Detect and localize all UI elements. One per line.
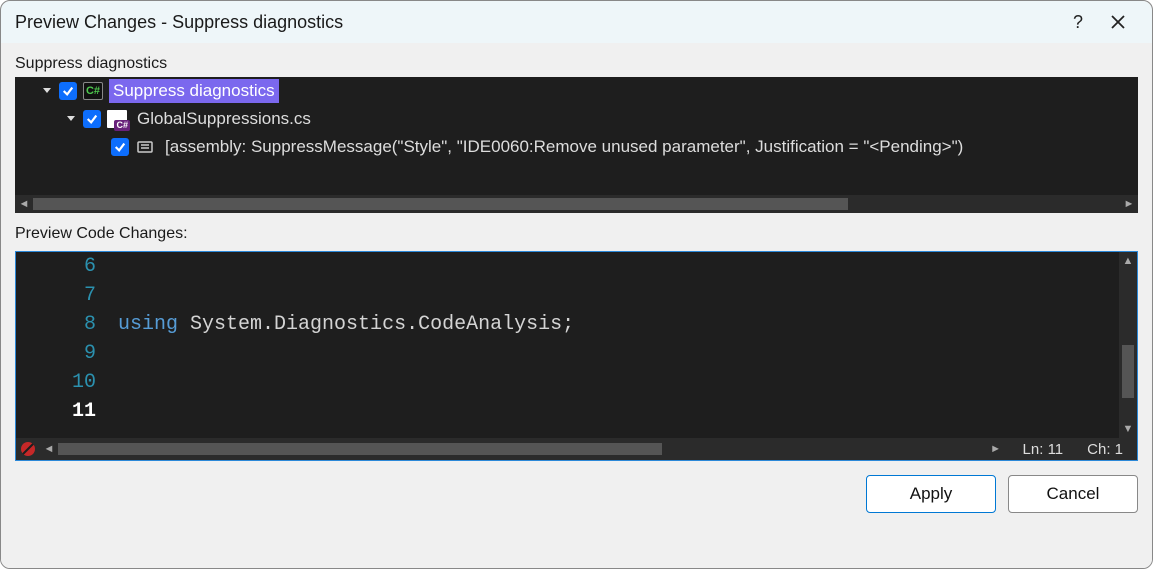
apply-button[interactable]: Apply (866, 475, 996, 513)
code-status-bar: ◄ ► Ln: 11 Ch: 1 (16, 438, 1137, 460)
no-issues-icon[interactable] (16, 438, 40, 460)
line-number: 7 (16, 281, 96, 310)
code-lines[interactable]: using System.Diagnostics.CodeAnalysis; [… (114, 252, 1137, 438)
checkbox[interactable] (83, 110, 101, 128)
scrollbar-thumb[interactable] (33, 198, 848, 210)
checkbox[interactable] (59, 82, 77, 100)
status-col: Ch: 1 (1087, 441, 1123, 458)
expander-icon[interactable] (63, 111, 79, 127)
line-number: 10 (16, 368, 96, 397)
tree-node-file[interactable]: GlobalSuppressions.cs (15, 105, 1138, 133)
scrollbar-track[interactable] (33, 198, 1120, 210)
tree-section-label: Suppress diagnostics (15, 55, 1138, 73)
scrollbar-track[interactable] (1122, 270, 1134, 420)
checkbox[interactable] (111, 138, 129, 156)
scrollbar-thumb[interactable] (58, 443, 662, 455)
preview-changes-dialog: Preview Changes - Suppress diagnostics ?… (0, 0, 1153, 569)
cursor-position-status: Ln: 11 Ch: 1 (1005, 441, 1137, 458)
close-button[interactable] (1098, 6, 1138, 38)
window-title: Preview Changes - Suppress diagnostics (15, 12, 1058, 33)
csharp-project-icon: C# (83, 82, 103, 100)
scroll-right-arrow-icon[interactable]: ► (1120, 195, 1138, 213)
line-number: 6 (16, 252, 96, 281)
scrollbar-thumb[interactable] (1122, 345, 1134, 398)
cancel-button[interactable]: Cancel (1008, 475, 1138, 513)
changes-tree: C# Suppress diagnostics GlobalSuppressio… (15, 77, 1138, 213)
status-line: Ln: 11 (1023, 441, 1064, 458)
close-icon (1111, 15, 1125, 29)
scrollbar-track[interactable] (58, 443, 987, 455)
scroll-left-arrow-icon[interactable]: ◄ (15, 195, 33, 213)
preview-section-label: Preview Code Changes: (15, 225, 1138, 243)
tree-node-change[interactable]: [assembly: SuppressMessage("Style", "IDE… (15, 133, 1138, 161)
help-button[interactable]: ? (1058, 6, 1098, 38)
code-line: using System.Diagnostics.CodeAnalysis; (114, 310, 1137, 339)
expander-icon[interactable] (39, 83, 55, 99)
dialog-content: Suppress diagnostics C# Suppress diagnos… (1, 43, 1152, 568)
tree-node-label: [assembly: SuppressMessage("Style", "IDE… (161, 135, 967, 159)
line-number-gutter: 6 7 8 9 10 11 (16, 252, 114, 438)
titlebar: Preview Changes - Suppress diagnostics ? (1, 1, 1152, 43)
line-number: 11 (16, 397, 96, 426)
scroll-down-arrow-icon[interactable]: ▼ (1119, 420, 1137, 438)
line-number: 8 (16, 310, 96, 339)
tree-node-label: GlobalSuppressions.cs (133, 107, 315, 131)
csharp-file-icon (107, 110, 127, 128)
dialog-button-row: Apply Cancel (15, 461, 1138, 513)
tree-node-root[interactable]: C# Suppress diagnostics (15, 77, 1138, 105)
tree-node-label: Suppress diagnostics (109, 79, 279, 103)
code-vertical-scrollbar[interactable]: ▲ ▼ (1119, 252, 1137, 438)
scroll-up-arrow-icon[interactable]: ▲ (1119, 252, 1137, 270)
tree-horizontal-scrollbar[interactable]: ◄ ► (15, 195, 1138, 213)
code-preview: 6 7 8 9 10 11 using System.Diagnostics.C… (15, 251, 1138, 461)
line-number: 9 (16, 339, 96, 368)
attribute-icon (135, 138, 155, 156)
code-body: 6 7 8 9 10 11 using System.Diagnostics.C… (16, 252, 1137, 438)
code-line (114, 397, 1137, 426)
scroll-left-arrow-icon[interactable]: ◄ (40, 440, 58, 458)
scroll-right-arrow-icon[interactable]: ► (987, 440, 1005, 458)
